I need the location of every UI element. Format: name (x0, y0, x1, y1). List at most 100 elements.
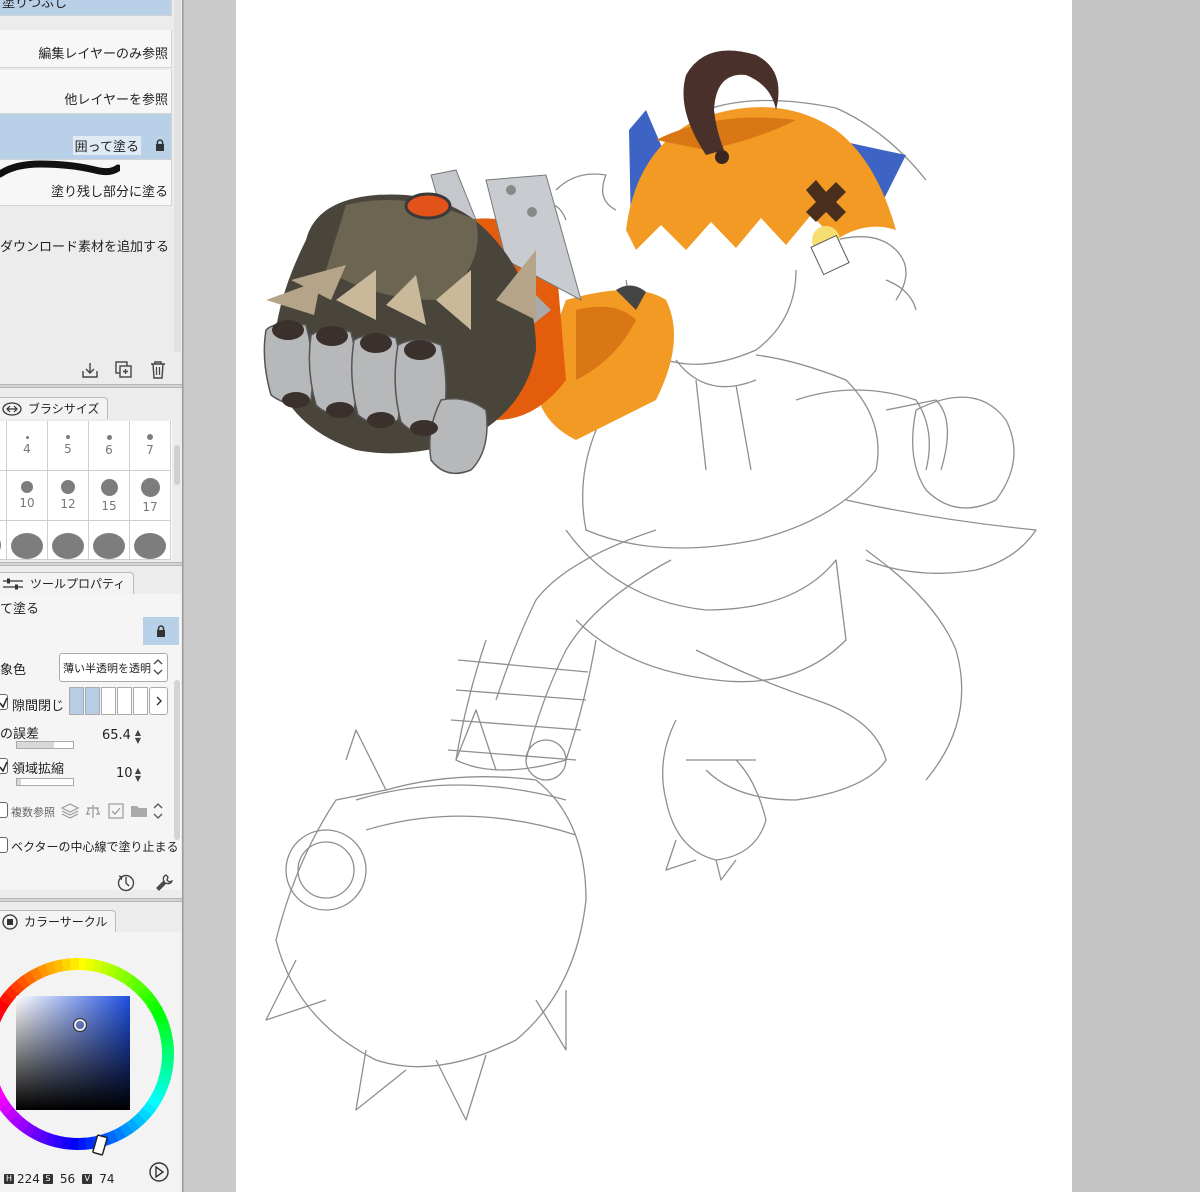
thumb (429, 398, 488, 475)
lineart-collar (675, 359, 757, 471)
brush-size-cell[interactable]: 12 (48, 471, 89, 521)
subtool-item-refer-other-layers[interactable]: 他レイヤーを参照 (0, 70, 172, 114)
panel-divider[interactable] (0, 898, 182, 902)
brush-size-cell[interactable]: 17 (130, 471, 171, 521)
artwork (263, 50, 1037, 1121)
brush-size-cell[interactable]: 15 (89, 471, 130, 521)
hue-ring-segment (85, 958, 96, 972)
brush-size-value: 10 (19, 496, 35, 510)
hue-ring-segment (0, 1101, 14, 1116)
chevron-updown-icon[interactable] (152, 801, 164, 821)
hue-ring-segment (4, 985, 20, 1001)
area-scale-value: 10 (116, 766, 133, 781)
rivet-2 (527, 207, 537, 217)
brush-size-cell[interactable]: 4 (7, 421, 48, 471)
brush-size-value: 17 (142, 499, 158, 514)
brush-size-cell[interactable] (130, 521, 171, 560)
panel-divider[interactable] (0, 384, 182, 388)
hue-ring-segment (22, 970, 37, 986)
gap-close-level-4[interactable] (117, 687, 132, 715)
subtool-item-edit-layer-only[interactable]: 編集レイヤーのみ参照 (0, 30, 172, 68)
gap-close-checkbox[interactable] (0, 694, 8, 710)
multi-ref-label: 複数参照 (11, 806, 55, 819)
hue-ring-segment (0, 991, 15, 1006)
folder-icon[interactable] (129, 801, 149, 821)
knuckle-shadow-7 (367, 412, 395, 428)
reference-layer-icon[interactable] (83, 801, 103, 821)
color-wheel[interactable] (0, 944, 183, 1159)
subtool-list-scrollbar[interactable] (174, 0, 181, 352)
gap-close-level-5[interactable] (133, 687, 148, 715)
hue-ring-segment (125, 1118, 140, 1134)
brush-size-cell[interactable] (89, 521, 130, 560)
brush-size-cell[interactable]: 5 (48, 421, 89, 471)
tool-property-scrollbar[interactable] (174, 680, 180, 840)
gap-close-next-button[interactable] (149, 687, 168, 715)
brush-size-cell[interactable] (0, 521, 7, 560)
hue-ring-segment (22, 1122, 37, 1138)
hue-ring-segment (137, 986, 153, 1001)
hue-ring-segment (160, 1061, 174, 1072)
lineart-ring (525, 739, 567, 781)
subtool-item-enclose-fill[interactable]: 囲って塗る (0, 114, 172, 160)
hsv-s-key: S (42, 1174, 53, 1184)
hue-ring-segment (30, 966, 44, 982)
knuckle-shadow-6 (326, 402, 354, 418)
brush-size-dot (0, 531, 1, 559)
tool-property-lock-button[interactable] (143, 617, 179, 645)
brush-size-cell[interactable] (0, 471, 7, 521)
gap-close-level-2[interactable] (85, 687, 100, 715)
area-scale-checkbox[interactable] (0, 758, 8, 774)
reset-timer-icon[interactable] (116, 873, 136, 893)
download-icon[interactable] (80, 360, 100, 380)
chevron-right-icon (156, 696, 162, 706)
duplicate-icon[interactable] (114, 360, 134, 380)
add-download-material-link[interactable]: ダウンロード素材を追加する (0, 236, 169, 255)
tolerance-label: の誤差 (0, 727, 40, 742)
brush-size-cell[interactable] (48, 521, 89, 560)
subtool-item-fill-remaining[interactable]: 塗り残し部分に塗る (0, 160, 172, 206)
subtool-item-fill[interactable]: 塗りつぶし (0, 0, 172, 16)
play-circle-icon[interactable] (148, 1161, 170, 1183)
multi-ref-options (60, 801, 164, 821)
area-scale-slider[interactable] (16, 778, 74, 786)
hsv-readout: H 224 S 56 V 74 (4, 1172, 114, 1186)
target-color-value: 薄い半透明を透明 (63, 662, 151, 675)
hue-ring-segment (153, 1082, 169, 1096)
hsv-v-value: 74 (99, 1172, 115, 1186)
vector-stop-checkbox[interactable] (0, 837, 8, 853)
tab-label: ブラシサイズ (28, 402, 100, 416)
brush-size-cell[interactable]: 10 (7, 471, 48, 521)
gap-close-level-1[interactable] (69, 687, 84, 715)
tab-tool-property[interactable]: ツールプロパティ (0, 572, 135, 594)
brush-size-cell[interactable]: 6 (89, 421, 130, 471)
brush-size-dot (61, 480, 75, 494)
tab-color-circle[interactable]: カラーサークル (0, 910, 117, 932)
lineart-leg-right (695, 649, 887, 801)
tolerance-spinner[interactable]: ▲ ▼ (133, 729, 143, 745)
brush-size-cell[interactable]: 7 (130, 421, 171, 471)
area-scale-spinner[interactable]: ▲ ▼ (133, 767, 143, 783)
panel-divider[interactable] (0, 562, 182, 566)
hue-ring-segment (106, 963, 120, 979)
trash-icon[interactable] (148, 360, 168, 380)
brush-size-dot (93, 533, 125, 559)
brush-size-cell[interactable] (7, 521, 48, 560)
hue-ring-segment (119, 1122, 134, 1138)
wrench-icon[interactable] (154, 873, 174, 893)
lock-icon (156, 139, 164, 151)
knuckle-shadow-2 (316, 326, 348, 346)
tab-brush-size[interactable]: ブラシサイズ (0, 397, 109, 419)
giant-fist-colored (263, 169, 674, 475)
gap-close-level-3[interactable] (101, 687, 116, 715)
hue-ring-segment (126, 975, 141, 991)
selected-layer-icon[interactable] (106, 801, 126, 821)
layers-icon[interactable] (60, 801, 80, 821)
brush-size-dot (66, 435, 70, 439)
tolerance-slider[interactable] (16, 741, 74, 749)
lineart-foot-right (662, 719, 767, 861)
multi-ref-checkbox[interactable] (0, 802, 8, 818)
brush-size-cell[interactable] (0, 421, 7, 471)
drawing-canvas[interactable] (236, 0, 1072, 1192)
brush-size-scrollbar[interactable] (174, 445, 180, 485)
